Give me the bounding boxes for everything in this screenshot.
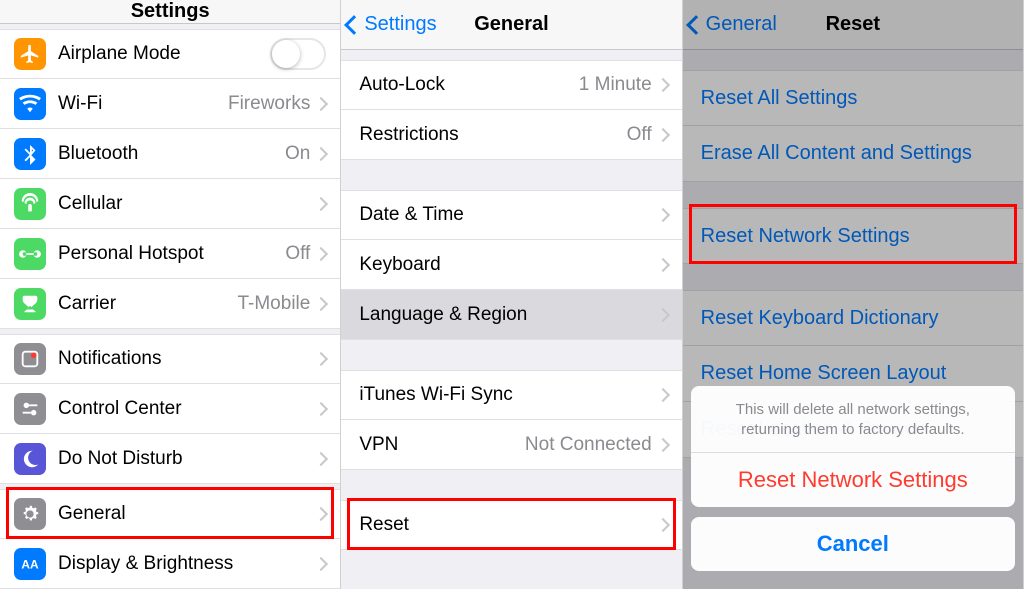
cell-wifi[interactable]: Wi-Fi Fireworks (0, 79, 340, 129)
bluetooth-icon (14, 138, 46, 170)
cell-keyboard[interactable]: Keyboard (341, 240, 681, 290)
chevron-right-icon (314, 507, 328, 521)
chevron-right-icon (314, 352, 328, 366)
cell-label: Bluetooth (58, 143, 285, 165)
cell-control-center[interactable]: Control Center (0, 384, 340, 434)
cell-label: Do Not Disturb (58, 448, 316, 470)
cell-language-region[interactable]: Language & Region (341, 290, 681, 340)
cell-label: Language & Region (359, 304, 657, 326)
chevron-right-icon (656, 127, 670, 141)
cell-value: T-Mobile (237, 293, 310, 315)
wifi-icon (14, 88, 46, 120)
notifications-icon (14, 343, 46, 375)
dnd-icon (14, 443, 46, 475)
chevron-right-icon (314, 196, 328, 210)
cell-value: Not Connected (525, 434, 652, 456)
chevron-right-icon (314, 296, 328, 310)
cell-cellular[interactable]: Cellular (0, 179, 340, 229)
cell-label: Notifications (58, 348, 316, 370)
cell-label: Restrictions (359, 124, 626, 146)
action-sheet-cancel-group: Cancel (691, 517, 1015, 571)
chevron-right-icon (314, 96, 328, 110)
cell-value: On (285, 143, 310, 165)
chevron-right-icon (314, 556, 328, 570)
airplane-icon (14, 38, 46, 70)
carrier-icon (14, 288, 46, 320)
back-button[interactable]: Settings (347, 13, 436, 36)
cell-display-brightness[interactable]: AA Display & Brightness (0, 539, 340, 589)
cell-label: iTunes Wi-Fi Sync (359, 384, 657, 406)
navbar-general: Settings General (341, 0, 681, 50)
action-sheet-message: This will delete all network settings, r… (691, 386, 1015, 454)
cell-do-not-disturb[interactable]: Do Not Disturb (0, 434, 340, 484)
cell-label: VPN (359, 434, 525, 456)
cell-label: Keyboard (359, 254, 657, 276)
chevron-right-icon (656, 437, 670, 451)
action-sheet-cancel-button[interactable]: Cancel (691, 517, 1015, 571)
back-label: Settings (364, 13, 436, 36)
general-panel: Settings General Auto-Lock 1 Minute Rest… (341, 0, 682, 589)
cell-label: Control Center (58, 398, 316, 420)
cell-label: Date & Time (359, 204, 657, 226)
action-sheet-destructive-button[interactable]: Reset Network Settings (691, 453, 1015, 507)
cell-label: Auto-Lock (359, 74, 578, 96)
cell-reset[interactable]: Reset (341, 500, 681, 550)
chevron-right-icon (656, 518, 670, 532)
chevron-right-icon (656, 78, 670, 92)
reset-panel: General Reset Reset All Settings Erase A… (683, 0, 1024, 589)
nav-title: Settings (131, 0, 210, 23)
chevron-right-icon (656, 257, 670, 271)
chevron-right-icon (314, 246, 328, 260)
cell-date-time[interactable]: Date & Time (341, 190, 681, 240)
svg-text:AA: AA (21, 557, 39, 571)
chevron-right-icon (656, 208, 670, 222)
cell-general[interactable]: General (0, 489, 340, 539)
cell-value: 1 Minute (579, 74, 652, 96)
chevron-right-icon (656, 388, 670, 402)
cell-label: Display & Brightness (58, 553, 316, 575)
cell-bluetooth[interactable]: Bluetooth On (0, 129, 340, 179)
display-icon: AA (14, 548, 46, 580)
cell-label: Personal Hotspot (58, 243, 285, 265)
gear-icon (14, 498, 46, 530)
navbar-settings: Settings (0, 0, 340, 24)
action-sheet: This will delete all network settings, r… (691, 386, 1015, 589)
cell-value: Off (627, 124, 652, 146)
cell-vpn[interactable]: VPN Not Connected (341, 420, 681, 470)
chevron-right-icon (656, 307, 670, 321)
chevron-right-icon (314, 451, 328, 465)
cell-label: Wi-Fi (58, 93, 228, 115)
nav-title: General (474, 13, 548, 36)
cell-label: Cellular (58, 193, 316, 215)
chevron-right-icon (314, 401, 328, 415)
chevron-right-icon (314, 146, 328, 160)
cell-label: Airplane Mode (58, 43, 270, 65)
cellular-icon (14, 188, 46, 220)
cell-label: General (58, 503, 316, 525)
cell-value: Fireworks (228, 93, 310, 115)
cell-restrictions[interactable]: Restrictions Off (341, 110, 681, 160)
airplane-toggle[interactable] (270, 38, 326, 70)
cell-personal-hotspot[interactable]: Personal Hotspot Off (0, 229, 340, 279)
control-center-icon (14, 393, 46, 425)
settings-root-panel: Settings Airplane Mode Wi-Fi Fireworks B… (0, 0, 341, 589)
cell-itunes-wifi-sync[interactable]: iTunes Wi-Fi Sync (341, 370, 681, 420)
chevron-left-icon (344, 15, 364, 35)
cell-notifications[interactable]: Notifications (0, 334, 340, 384)
cell-value: Off (285, 243, 310, 265)
action-sheet-group: This will delete all network settings, r… (691, 386, 1015, 508)
cell-carrier[interactable]: Carrier T-Mobile (0, 279, 340, 329)
cell-label: Reset (359, 514, 657, 536)
cell-label: Carrier (58, 293, 237, 315)
cell-airplane-mode[interactable]: Airplane Mode (0, 29, 340, 79)
hotspot-icon (14, 238, 46, 270)
cell-auto-lock[interactable]: Auto-Lock 1 Minute (341, 60, 681, 110)
